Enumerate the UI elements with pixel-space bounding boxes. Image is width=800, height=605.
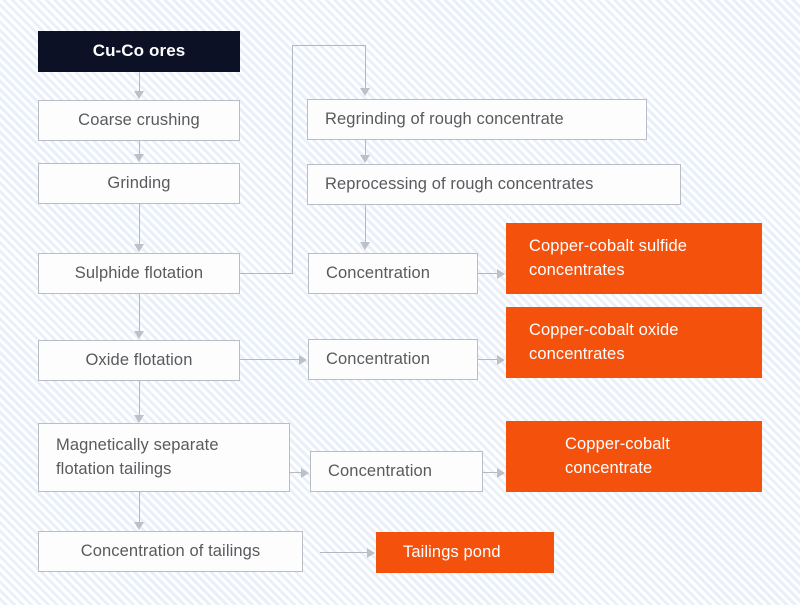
node-concentration-of-tailings[interactable]: Concentration of tailings bbox=[38, 531, 303, 572]
arrowhead-grinding bbox=[134, 154, 144, 162]
node-concentration-oxide-label: Concentration bbox=[326, 349, 431, 368]
node-coarse-crushing-label: Coarse crushing bbox=[78, 110, 200, 129]
node-regrinding-label: Regrinding of rough concentrate bbox=[325, 109, 564, 128]
arrowhead-magnetic-separation bbox=[134, 415, 144, 423]
node-cu-co-sulfide-label: Copper-cobalt sulfide concentrates bbox=[529, 235, 687, 282]
node-cu-co-concentrate-label-line2: concentrate bbox=[565, 458, 653, 477]
arrowhead-regrinding bbox=[360, 88, 370, 96]
edge-recycle-vertical-riser bbox=[292, 45, 293, 274]
node-regrinding-of-rough-concentrate[interactable]: Regrinding of rough concentrate bbox=[307, 99, 647, 140]
node-grinding-label: Grinding bbox=[107, 173, 171, 192]
edge-recycle-horizontal-top bbox=[292, 45, 366, 46]
arrowhead-concentration-of-tailings bbox=[134, 522, 144, 530]
node-cu-co-oxide-label-line2: concentrates bbox=[529, 344, 625, 363]
node-reprocessing-of-rough-concentrates[interactable]: Reprocessing of rough concentrates bbox=[307, 164, 681, 205]
node-concentration-magnetic-label: Concentration bbox=[328, 461, 433, 480]
node-sulphide-flotation[interactable]: Sulphide flotation bbox=[38, 253, 240, 294]
node-oxide-flotation-label: Oxide flotation bbox=[85, 350, 193, 369]
node-magnetic-separation-label: Magnetically separate flotation tailings bbox=[56, 434, 219, 481]
node-cu-co-concentrate-label-line1: Copper-cobalt bbox=[565, 435, 670, 454]
node-concentration-oxide[interactable]: Concentration bbox=[308, 339, 478, 380]
edge-recycle-vertical-drop bbox=[365, 45, 366, 89]
arrowhead-concentration-magnetic bbox=[301, 468, 309, 478]
arrowhead-concentration-oxide bbox=[299, 355, 307, 365]
arrowhead-reprocessing bbox=[360, 155, 370, 163]
node-magnetically-separate-flotation-tailings[interactable]: Magnetically separate flotation tailings bbox=[38, 423, 290, 492]
edge-oxide-flotation-to-magnetic-separation bbox=[139, 381, 140, 418]
edge-reprocessing-to-concentration-sulphide bbox=[365, 205, 366, 244]
node-copper-cobalt-concentrate[interactable]: Copper-cobalt concentrate bbox=[506, 421, 762, 492]
node-magnetic-separation-label-line1: Magnetically separate bbox=[56, 436, 219, 455]
node-coarse-crushing[interactable]: Coarse crushing bbox=[38, 100, 240, 141]
node-reprocessing-label: Reprocessing of rough concentrates bbox=[325, 174, 594, 193]
arrowhead-cu-co-sulfide bbox=[497, 269, 505, 279]
node-concentration-magnetic[interactable]: Concentration bbox=[310, 451, 483, 492]
node-tailings-pond[interactable]: Tailings pond bbox=[376, 532, 554, 573]
node-magnetic-separation-label-line2: flotation tailings bbox=[56, 459, 172, 478]
node-cu-co-sulfide-label-line1: Copper-cobalt sulfide bbox=[529, 237, 688, 256]
node-grinding[interactable]: Grinding bbox=[38, 163, 240, 204]
arrowhead-tailings-pond bbox=[367, 548, 375, 558]
arrowhead-oxide-flotation bbox=[134, 331, 144, 339]
node-copper-cobalt-oxide-concentrates[interactable]: Copper-cobalt oxide concentrates bbox=[506, 307, 762, 378]
node-concentration-sulphide-label: Concentration bbox=[326, 263, 431, 282]
edge-oxide-flotation-to-concentration-oxide bbox=[240, 359, 302, 360]
edge-ores-to-coarse-crushing bbox=[139, 72, 140, 93]
node-copper-cobalt-sulfide-concentrates[interactable]: Copper-cobalt sulfide concentrates bbox=[506, 223, 762, 294]
arrowhead-concentration-sulphide bbox=[360, 242, 370, 250]
edge-concentration-of-tailings-to-tailings-pond bbox=[320, 552, 371, 553]
flowchart-canvas: Cu-Co ores Coarse crushing Grinding Sulp… bbox=[0, 0, 800, 605]
arrowhead-coarse-crushing bbox=[134, 91, 144, 99]
node-tailings-pond-label: Tailings pond bbox=[403, 542, 501, 561]
arrowhead-sulphide-flotation bbox=[134, 244, 144, 252]
node-cu-co-oxide-label-line1: Copper-cobalt oxide bbox=[529, 321, 679, 340]
edge-sulphide-flotation-to-oxide-flotation bbox=[139, 294, 140, 333]
node-cu-co-concentrate-label: Copper-cobalt concentrate bbox=[565, 433, 670, 480]
edge-recycle-horizontal-bottom bbox=[240, 273, 293, 274]
arrowhead-cu-co-oxide bbox=[497, 355, 505, 365]
edge-grinding-to-sulphide-flotation bbox=[139, 204, 140, 246]
arrowhead-cu-co-concentrate bbox=[497, 468, 505, 478]
node-concentration-sulphide[interactable]: Concentration bbox=[308, 253, 478, 294]
node-concentration-of-tailings-label: Concentration of tailings bbox=[80, 541, 261, 560]
node-cu-co-sulfide-label-line2: concentrates bbox=[529, 260, 625, 279]
node-oxide-flotation[interactable]: Oxide flotation bbox=[38, 340, 240, 381]
node-cu-co-ores-label: Cu-Co ores bbox=[92, 41, 186, 61]
node-cu-co-oxide-label: Copper-cobalt oxide concentrates bbox=[529, 319, 679, 366]
edge-magnetic-separation-to-concentration-of-tailings bbox=[139, 492, 140, 524]
node-cu-co-ores[interactable]: Cu-Co ores bbox=[38, 31, 240, 72]
node-sulphide-flotation-label: Sulphide flotation bbox=[74, 263, 204, 282]
